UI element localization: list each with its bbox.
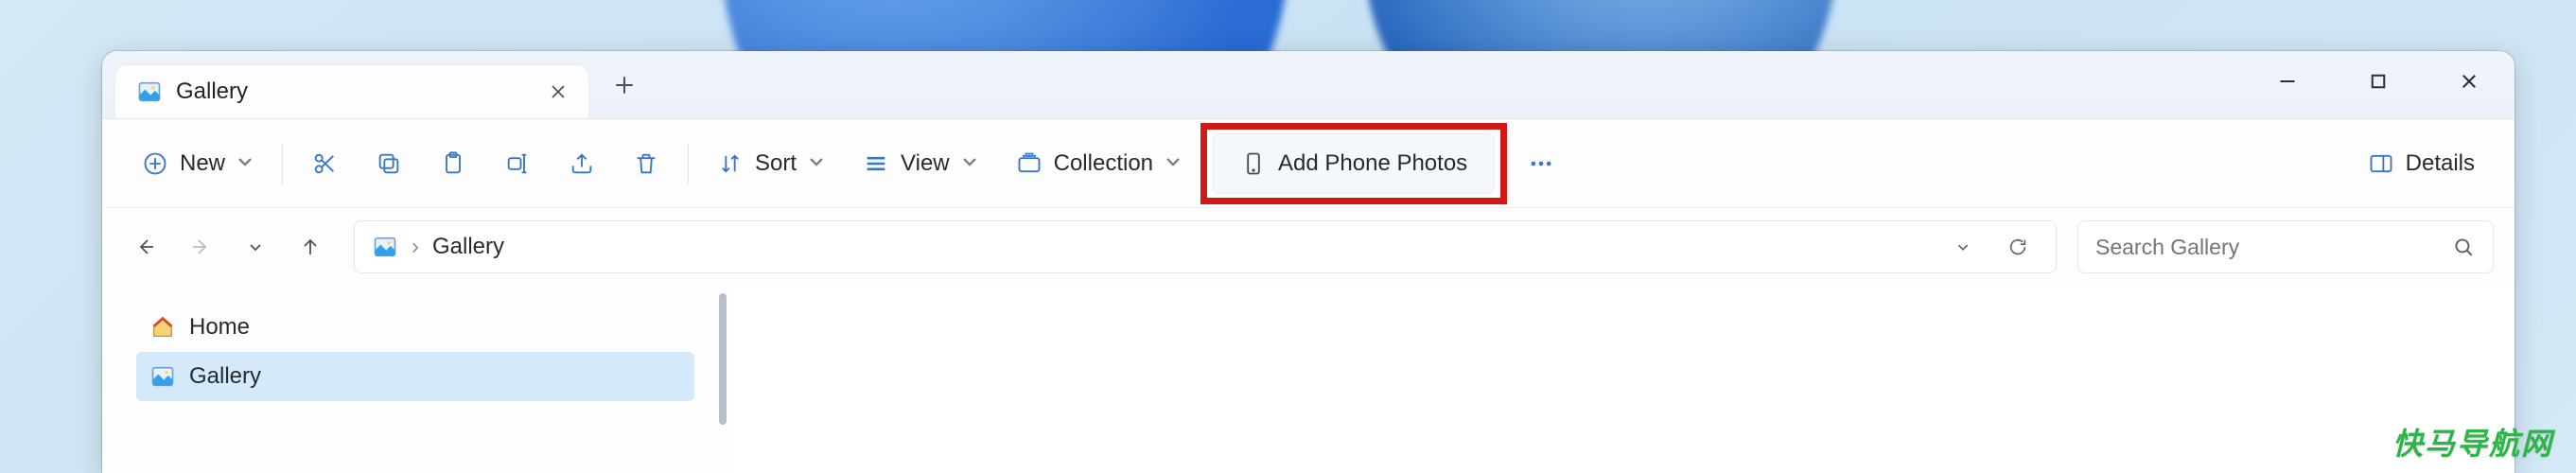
copy-icon	[376, 150, 402, 177]
tab-close-button[interactable]	[545, 79, 571, 105]
toolbar: New	[102, 119, 2515, 208]
refresh-button[interactable]	[1997, 226, 2039, 268]
gallery-icon	[372, 234, 398, 260]
splitter-handle[interactable]	[717, 286, 728, 473]
breadcrumb-dropdown-button[interactable]	[1942, 226, 1984, 268]
sort-button-label: Sort	[755, 150, 797, 177]
details-pane-icon	[2368, 150, 2394, 177]
chevron-right-icon: ›	[412, 234, 419, 260]
collection-icon	[1016, 150, 1043, 177]
clipboard-icon	[440, 150, 466, 177]
breadcrumb-segment[interactable]: Gallery	[432, 234, 504, 260]
file-explorer-window: Gallery New	[102, 51, 2515, 473]
content-area: Home Gallery	[102, 286, 2515, 473]
search-box[interactable]	[2077, 220, 2494, 273]
search-icon	[2451, 235, 2476, 259]
chevron-down-icon	[961, 150, 978, 177]
view-button-label: View	[901, 150, 950, 177]
phone-icon	[1240, 150, 1267, 177]
watermark-text: 快马导航网	[2392, 420, 2553, 464]
forward-button[interactable]	[178, 224, 223, 270]
search-input[interactable]	[2095, 235, 2440, 260]
back-button[interactable]	[123, 224, 168, 270]
sidebar-item-gallery[interactable]: Gallery	[136, 352, 694, 401]
new-tab-button[interactable]	[602, 62, 647, 108]
maximize-button[interactable]	[2333, 51, 2424, 112]
paste-button[interactable]	[421, 135, 485, 192]
file-list-pane[interactable]	[728, 286, 2515, 473]
share-button[interactable]	[550, 135, 614, 192]
copy-button[interactable]	[357, 135, 421, 192]
window-controls	[2242, 51, 2515, 112]
view-list-icon	[863, 150, 889, 177]
plus-circle-icon	[142, 150, 168, 177]
sidebar-item-label: Gallery	[189, 363, 261, 390]
add-phone-photos-button[interactable]: Add Phone Photos	[1213, 133, 1495, 194]
new-button[interactable]: New	[123, 135, 272, 192]
rename-button[interactable]	[485, 135, 550, 192]
details-button-label: Details	[2406, 150, 2475, 177]
home-icon	[149, 314, 176, 341]
chevron-down-icon	[237, 150, 254, 177]
minimize-button[interactable]	[2242, 51, 2333, 112]
toolbar-separator	[688, 143, 689, 184]
share-icon	[569, 150, 595, 177]
collection-button[interactable]: Collection	[997, 135, 1200, 192]
tab-title: Gallery	[176, 79, 532, 105]
view-button[interactable]: View	[844, 135, 997, 192]
rename-icon	[504, 150, 531, 177]
sidebar-item-home[interactable]: Home	[136, 303, 694, 352]
collection-button-label: Collection	[1054, 150, 1153, 177]
trash-icon	[633, 150, 659, 177]
toolbar-separator	[282, 143, 283, 184]
sort-button[interactable]: Sort	[698, 135, 844, 192]
new-button-label: New	[180, 150, 225, 177]
address-bar-row: › Gallery	[102, 208, 2515, 286]
details-button[interactable]: Details	[2349, 135, 2494, 192]
up-button[interactable]	[288, 224, 333, 270]
more-horizontal-icon	[1526, 150, 1556, 177]
scissors-icon	[311, 150, 338, 177]
delete-button[interactable]	[614, 135, 678, 192]
sidebar-item-label: Home	[189, 314, 250, 341]
breadcrumb[interactable]: › Gallery	[354, 220, 2057, 273]
tab-gallery[interactable]: Gallery	[115, 65, 588, 118]
chevron-down-icon	[808, 150, 825, 177]
chevron-down-icon	[1165, 150, 1182, 177]
add-phone-photos-label: Add Phone Photos	[1278, 150, 1467, 177]
highlight-annotation: Add Phone Photos	[1200, 123, 1507, 204]
recent-locations-button[interactable]	[233, 224, 278, 270]
more-button[interactable]	[1507, 135, 1575, 192]
gallery-icon	[149, 363, 176, 390]
close-button[interactable]	[2424, 51, 2515, 112]
navigation-pane: Home Gallery	[102, 286, 717, 473]
sort-icon	[717, 150, 744, 177]
gallery-icon	[136, 79, 163, 105]
cut-button[interactable]	[292, 135, 357, 192]
titlebar: Gallery	[102, 51, 2515, 119]
